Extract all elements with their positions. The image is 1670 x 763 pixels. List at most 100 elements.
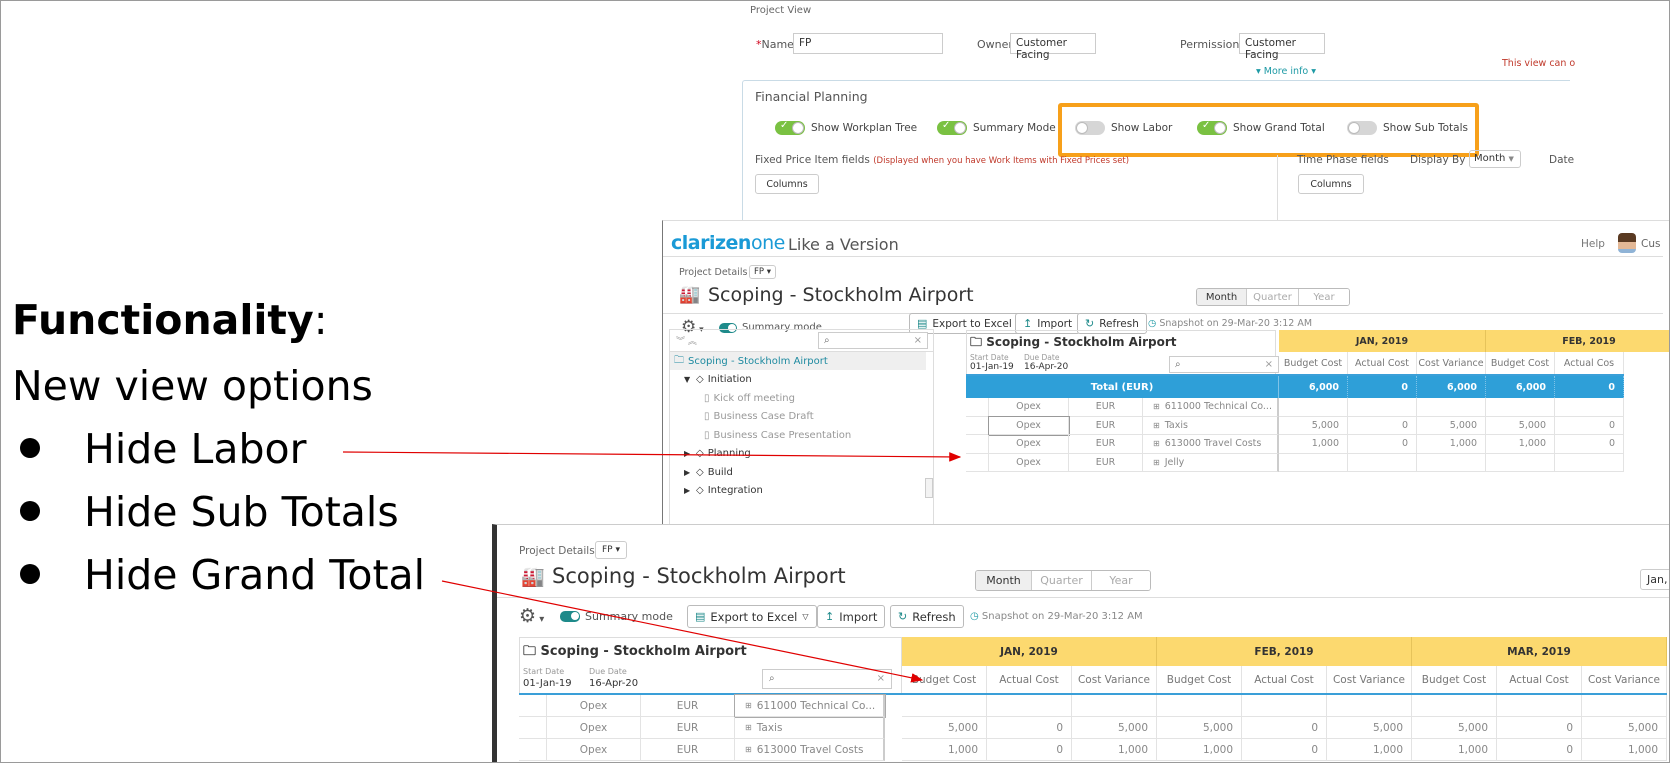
column-header[interactable]: Actual Cost <box>1497 666 1582 693</box>
value-cell[interactable] <box>1279 398 1348 417</box>
tree-item[interactable]: ▯ Business Case Draft <box>670 408 926 426</box>
cell-item[interactable]: ⊞ Taxis <box>1143 416 1279 435</box>
name-input[interactable]: FP <box>793 33 943 54</box>
tab-year[interactable]: Year <box>1299 289 1349 305</box>
cell-type[interactable]: Opex <box>547 695 641 717</box>
cell-item[interactable]: ⊞ Jelly <box>1143 453 1279 472</box>
caret-down-icon[interactable]: ▼ <box>684 375 696 384</box>
value-cell[interactable] <box>1279 453 1348 472</box>
table-row[interactable]: Opex EUR ⊞ Taxis 5,000 0 5,000 5,000 0 5,000 5,00… <box>519 717 1667 739</box>
caret-right-icon[interactable]: ▶ <box>684 449 696 458</box>
column-header[interactable]: Cost Variance <box>1072 666 1157 693</box>
value-cell[interactable]: 0 <box>1497 717 1582 739</box>
value-cell[interactable]: 0 <box>1242 739 1327 761</box>
tree-item[interactable]: ▶ ◇ Integration <box>670 482 926 500</box>
column-header[interactable]: Cost Variance <box>1327 666 1412 693</box>
value-cell[interactable] <box>1327 695 1412 717</box>
expand-icon[interactable]: ⊞ <box>1153 458 1160 467</box>
column-header[interactable]: Budget Cost <box>1279 352 1348 374</box>
value-cell[interactable]: 5,000 <box>1486 416 1555 435</box>
caret-right-icon[interactable]: ▶ <box>684 468 696 477</box>
cell-item[interactable]: ⊞ 611000 Technical Co... <box>734 694 886 718</box>
cell-currency[interactable]: EUR <box>1069 398 1143 417</box>
value-cell[interactable]: 1,000 <box>1412 739 1497 761</box>
value-cell[interactable]: 5,000 <box>1417 416 1486 435</box>
value-cell[interactable] <box>902 695 987 717</box>
tree-scrollbar[interactable] <box>925 478 933 498</box>
date-range-button[interactable]: Jan, <box>1640 569 1670 590</box>
tree-item[interactable]: ▶ ◇ Build <box>670 463 926 481</box>
cell-type[interactable]: Opex <box>547 739 641 761</box>
value-cell[interactable] <box>1412 695 1497 717</box>
cell-item[interactable]: ⊞ Taxis <box>735 717 885 739</box>
column-header[interactable]: Actual Cos <box>1555 352 1624 374</box>
tree-item[interactable]: ▯ Kick off meeting <box>670 389 926 407</box>
toggle-summary-mode[interactable]: ✓ Summary Mode <box>937 120 1056 135</box>
cell-item[interactable]: ⊞ 613000 Travel Costs <box>1143 435 1279 454</box>
tree-item[interactable]: ▼ ◇ Initiation <box>670 371 926 389</box>
table-row[interactable]: Opex EUR ⊞ 611000 Technical Co... <box>519 694 1667 718</box>
grid-search-input[interactable]: ⌕ × <box>762 669 892 689</box>
value-cell[interactable] <box>1555 398 1624 417</box>
value-cell[interactable]: 5,000 <box>1072 717 1157 739</box>
permissions-select[interactable]: Customer Facing <box>1239 33 1325 61</box>
caret-right-icon[interactable]: ▶ <box>684 486 696 495</box>
value-cell[interactable]: 0 <box>987 739 1072 761</box>
value-cell[interactable] <box>1348 453 1417 472</box>
value-cell[interactable]: 0 <box>1555 416 1624 435</box>
value-cell[interactable]: 5,000 <box>1157 717 1242 739</box>
refresh-button[interactable]: ↻ Refresh <box>890 605 964 628</box>
expand-icon[interactable]: ⊞ <box>1153 439 1160 448</box>
value-cell[interactable]: 5,000 <box>1412 717 1497 739</box>
value-cell[interactable]: 1,000 <box>1417 435 1486 454</box>
view-select[interactable]: FP ▾ <box>595 541 627 559</box>
value-cell[interactable]: 5,000 <box>902 717 987 739</box>
summary-mode-toggle[interactable]: Summary mode <box>560 610 673 623</box>
value-cell[interactable]: 1,000 <box>1072 739 1157 761</box>
cell-type[interactable]: Opex <box>547 717 641 739</box>
value-cell[interactable]: 0 <box>1497 739 1582 761</box>
value-cell[interactable]: 1,000 <box>1486 435 1555 454</box>
value-cell[interactable]: 0 <box>1555 435 1624 454</box>
column-header[interactable]: Budget Cost <box>1157 666 1242 693</box>
cell-currency[interactable]: EUR <box>641 695 735 717</box>
user-name[interactable]: Cus <box>1641 238 1660 250</box>
column-header[interactable]: Actual Cost <box>987 666 1072 693</box>
cell-currency[interactable]: EUR <box>1069 435 1143 454</box>
value-cell[interactable]: 1,000 <box>1279 435 1348 454</box>
column-header[interactable]: Actual Cost <box>1348 352 1417 374</box>
value-cell[interactable] <box>1486 398 1555 417</box>
tab-month[interactable]: Month <box>976 571 1032 590</box>
column-header[interactable]: Budget Cost <box>902 666 987 693</box>
tree-search-input[interactable]: ⌕ × <box>818 332 928 349</box>
cell-currency[interactable]: EUR <box>1069 416 1143 435</box>
table-row[interactable]: Opex EUR ⊞ 613000 Travel Costs 1,000 0 1,000 1… <box>966 435 1624 454</box>
value-cell[interactable] <box>1157 695 1242 717</box>
table-row[interactable]: Opex EUR ⊞ Taxis 5,000 0 5,000 5,000 0 <box>966 415 1624 436</box>
column-header[interactable]: Actual Cost <box>1242 666 1327 693</box>
cell-type[interactable]: Opex <box>989 398 1069 417</box>
time-phase-columns-button[interactable]: Columns <box>1298 174 1364 194</box>
value-cell[interactable]: 0 <box>1242 717 1327 739</box>
value-cell[interactable] <box>1555 453 1624 472</box>
owner-select[interactable]: Customer Facing <box>1010 33 1096 61</box>
toggle-show-workplan-tree[interactable]: ✓ Show Workplan Tree <box>775 120 917 135</box>
column-header[interactable]: Budget Cost <box>1412 666 1497 693</box>
expand-icon[interactable]: ⊞ <box>1153 421 1160 430</box>
view-select[interactable]: FP ▾ <box>749 265 776 279</box>
tab-quarter[interactable]: Quarter <box>1032 571 1092 590</box>
toggle-switch[interactable]: ✓ <box>937 120 967 135</box>
value-cell[interactable]: 0 <box>1348 435 1417 454</box>
cell-currency[interactable]: EUR <box>641 739 735 761</box>
avatar[interactable] <box>1618 233 1636 253</box>
tree-item[interactable]: ▯ Business Case Presentation <box>670 426 926 444</box>
breadcrumb[interactable]: Project Details · <box>679 267 754 278</box>
export-to-excel-button[interactable]: ▤Export to Excel▽ <box>687 605 817 628</box>
expand-collapse-icons[interactable]: ︾ ︽ <box>676 334 697 347</box>
more-info-link[interactable]: ▾ More info ▾ <box>1256 66 1316 77</box>
cell-item[interactable]: ⊞ 611000 Technical Co... <box>1143 398 1279 417</box>
value-cell[interactable] <box>1242 695 1327 717</box>
value-cell[interactable] <box>1497 695 1582 717</box>
cell-currency[interactable]: EUR <box>1069 453 1143 472</box>
grid-search-input[interactable]: ⌕ × <box>1169 356 1279 373</box>
